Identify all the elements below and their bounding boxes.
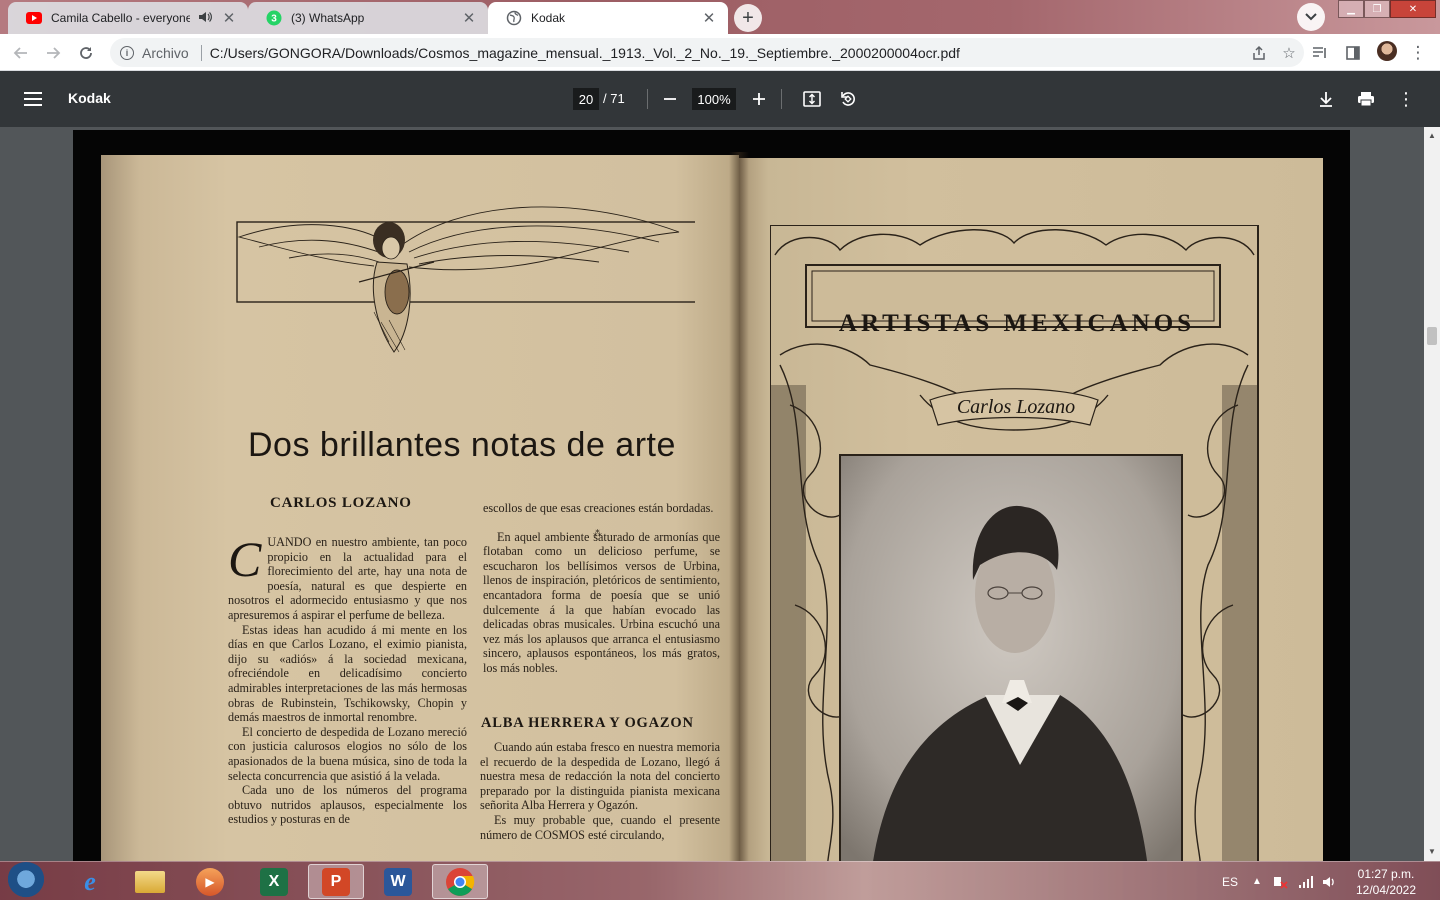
forward-icon[interactable]	[40, 40, 66, 66]
paragraph: UANDO en nuestro ambiente, tan poco prop…	[228, 535, 467, 622]
globe-icon	[506, 10, 522, 26]
chrome-icon[interactable]	[432, 864, 488, 899]
address-bar[interactable]: i Archivo C:/Users/GONGORA/Downloads/Cos…	[110, 38, 1304, 67]
pdf-toolbar: Kodak 20 / 71 100% ⋮	[0, 71, 1440, 127]
language-indicator[interactable]: ES	[1222, 862, 1238, 900]
section-heading-alba-herrera: ALBA HERRERA Y OGAZON	[481, 715, 694, 731]
volume-icon[interactable]	[1322, 862, 1338, 900]
divider	[647, 89, 648, 109]
side-panel-icon[interactable]	[1340, 40, 1366, 66]
word-icon[interactable]: W	[370, 864, 426, 899]
tab-title: Camila Cabello - everyone at	[51, 11, 190, 25]
paragraph: Estas ideas han acudido á mi mente en lo…	[228, 622, 467, 725]
banner-artistas-mexicanos: ARTISTAS MEXICANOS	[838, 310, 1196, 337]
info-icon[interactable]: i	[120, 45, 134, 60]
fit-to-page-icon[interactable]	[798, 85, 826, 113]
vertical-scrollbar[interactable]: ▲ ▼	[1424, 127, 1440, 861]
download-icon[interactable]	[1312, 85, 1340, 113]
section-heading-carlos-lozano: CARLOS LOZANO	[270, 495, 412, 511]
bookmark-star-icon[interactable]: ☆	[1274, 44, 1304, 62]
tab-kodak[interactable]: Kodak ✕	[488, 2, 728, 34]
tab-youtube[interactable]: Camila Cabello - everyone at ✕	[8, 2, 248, 34]
clock-date: 12/04/2022	[1355, 883, 1417, 897]
speaker-icon[interactable]	[198, 11, 212, 26]
book-gutter	[729, 152, 749, 861]
pdf-viewer[interactable]: Dos brillantes notas de arte CARLOS LOZA…	[0, 127, 1440, 861]
tab-title: Kodak	[531, 11, 566, 25]
article-title: Dos brillantes notas de arte	[248, 426, 676, 464]
more-options-icon[interactable]: ⋮	[1392, 85, 1420, 113]
page-total: / 71	[603, 91, 625, 106]
page-number-input[interactable]: 20	[573, 88, 599, 110]
system-clock[interactable]: 01:27 p.m. 12/04/2022	[1348, 866, 1424, 898]
close-tab-icon[interactable]: ✕	[700, 9, 718, 27]
close-tab-icon[interactable]: ✕	[460, 9, 478, 27]
ribbon-carlos-lozano: Carlos Lozano	[956, 396, 1076, 418]
network-icon[interactable]	[1298, 862, 1314, 900]
whatsapp-icon: 3	[266, 10, 282, 26]
browser-menu-icon[interactable]: ⋮	[1405, 40, 1431, 66]
tab-search-button[interactable]	[1297, 3, 1325, 31]
excel-icon[interactable]: X	[246, 864, 302, 899]
file-explorer-icon[interactable]	[122, 864, 178, 899]
tab-title: (3) WhatsApp	[291, 11, 365, 25]
action-center-icon[interactable]	[1272, 862, 1288, 900]
minimize-button[interactable]: ▁	[1338, 0, 1364, 18]
powerpoint-icon[interactable]: P	[308, 864, 364, 899]
window-controls: ▁ ❐ ✕	[1338, 0, 1436, 18]
pdf-page: Dos brillantes notas de arte CARLOS LOZA…	[73, 130, 1350, 861]
article-column-1: C UANDO en nuestro ambiente, tan poco pr…	[228, 531, 467, 827]
share-icon[interactable]	[1244, 45, 1274, 61]
media-player-icon[interactable]: ▶	[182, 864, 238, 899]
drop-cap: C	[228, 531, 262, 587]
restore-button[interactable]: ❐	[1364, 0, 1390, 18]
new-tab-button[interactable]: +	[734, 4, 762, 32]
paragraph: Cuando aún estaba fresco en nuestra memo…	[480, 740, 720, 813]
svg-text:3: 3	[271, 14, 277, 25]
browser-toolbar: i Archivo C:/Users/GONGORA/Downloads/Cos…	[0, 34, 1440, 71]
profile-avatar[interactable]	[1377, 41, 1397, 61]
taskbar: e ▶ X P W ES ▲ 01:27 p.m. 12/04/2022	[0, 861, 1440, 900]
pdf-title: Kodak	[68, 90, 111, 106]
reload-icon[interactable]	[73, 40, 99, 66]
tab-strip: Camila Cabello - everyone at ✕ 3 (3) Wha…	[0, 0, 1440, 34]
back-icon[interactable]	[8, 40, 34, 66]
show-hidden-icons-icon[interactable]: ▲	[1252, 862, 1262, 900]
paragraph: Es muy probable que, cuando el presente …	[480, 812, 720, 842]
paragraph: En aquel ambiente saturado de armonías q…	[483, 529, 720, 675]
paragraph: escollos de que esas creaciones están bo…	[483, 501, 714, 515]
url-text[interactable]: C:/Users/GONGORA/Downloads/Cosmos_magazi…	[210, 45, 1244, 61]
tab-whatsapp[interactable]: 3 (3) WhatsApp ✕	[248, 2, 488, 34]
zoom-in-icon[interactable]	[745, 85, 773, 113]
youtube-icon	[26, 10, 42, 26]
close-tab-icon[interactable]: ✕	[220, 9, 238, 27]
divider	[200, 44, 202, 61]
scheme-label: Archivo	[142, 44, 189, 61]
start-button[interactable]	[6, 862, 46, 900]
print-icon[interactable]	[1352, 85, 1380, 113]
internet-explorer-icon[interactable]: e	[62, 864, 118, 899]
clock-time: 01:27 p.m.	[1357, 867, 1415, 881]
divider	[781, 89, 782, 109]
scroll-up-arrow-icon[interactable]: ▲	[1428, 131, 1436, 140]
close-window-button[interactable]: ✕	[1390, 0, 1436, 18]
article-column-2-cont: Cuando aún estaba fresco en nuestra memo…	[480, 740, 720, 842]
paragraph: Cada uno de los números del programa obt…	[228, 783, 467, 827]
section-ornament: ⁂	[593, 528, 602, 538]
rotate-icon[interactable]	[834, 85, 862, 113]
paragraph: El concierto de despedida de Lozano mere…	[228, 724, 467, 783]
zoom-out-icon[interactable]	[656, 85, 684, 113]
hamburger-menu-icon[interactable]	[24, 89, 42, 109]
scrollbar-thumb[interactable]	[1427, 327, 1437, 345]
angel-engraving	[236, 206, 695, 353]
reading-list-icon[interactable]	[1307, 40, 1333, 66]
zoom-input[interactable]: 100%	[692, 88, 736, 110]
scroll-down-arrow-icon[interactable]: ▼	[1428, 847, 1436, 856]
